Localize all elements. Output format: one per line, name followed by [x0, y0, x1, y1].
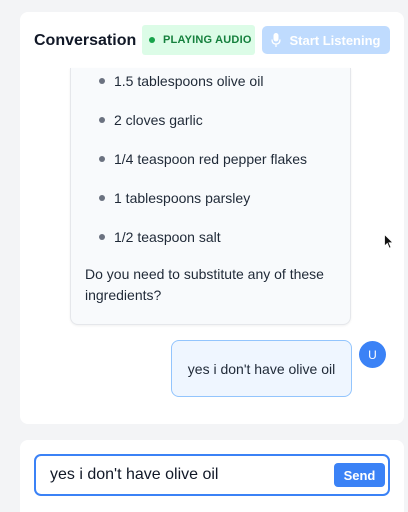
user-message-text: yes i don't have olive oil	[187, 360, 336, 377]
list-item: 1.5 tablespoons olive oil	[99, 71, 263, 91]
conversation-header: Conversation PLAYING AUDIO Start Listeni…	[20, 12, 404, 68]
bullet-icon	[99, 78, 105, 84]
message-input-value[interactable]: yes i don't have olive oil	[50, 466, 218, 484]
bullet-icon	[99, 234, 105, 240]
page-title: Conversation	[34, 32, 137, 49]
assistant-message: 1.5 tablespoons olive oil 2 cloves garli…	[70, 68, 351, 325]
microphone-icon	[271, 33, 282, 47]
user-message: yes i don't have olive oil	[171, 340, 352, 397]
status-badge-label: PLAYING AUDIO	[163, 34, 252, 46]
bullet-icon	[99, 156, 105, 162]
ingredient-text: 2 cloves garlic	[114, 112, 203, 128]
ingredient-text: 1.5 tablespoons olive oil	[114, 73, 264, 89]
list-item: 2 cloves garlic	[99, 110, 203, 130]
bullet-icon	[99, 195, 105, 201]
ingredient-text: 1 tablespoons parsley	[114, 190, 251, 206]
message-input[interactable]: yes i don't have olive oil Send	[34, 454, 390, 496]
mouse-cursor-icon	[384, 234, 394, 249]
start-listening-button[interactable]: Start Listening	[262, 26, 390, 54]
ingredient-text: 1/4 teaspoon red pepper flakes	[114, 151, 308, 167]
bullet-icon	[99, 117, 105, 123]
list-item: 1/4 teaspoon red pepper flakes	[99, 149, 307, 169]
send-button[interactable]: Send	[334, 463, 385, 487]
start-listening-label: Start Listening	[289, 32, 381, 48]
list-item: 1/2 teaspoon salt	[99, 227, 221, 247]
avatar-initial: U	[368, 347, 377, 362]
status-dot-icon	[149, 37, 155, 43]
status-badge: PLAYING AUDIO	[142, 25, 255, 55]
ingredient-text: 1/2 teaspoon salt	[114, 229, 221, 245]
assistant-question: Do you need to substitute any of these i…	[85, 266, 324, 303]
conversation-panel: Conversation PLAYING AUDIO Start Listeni…	[20, 12, 404, 424]
avatar: U	[359, 341, 386, 368]
composer-panel: yes i don't have olive oil Send	[20, 440, 404, 512]
list-item: 1 tablespoons parsley	[99, 188, 250, 208]
